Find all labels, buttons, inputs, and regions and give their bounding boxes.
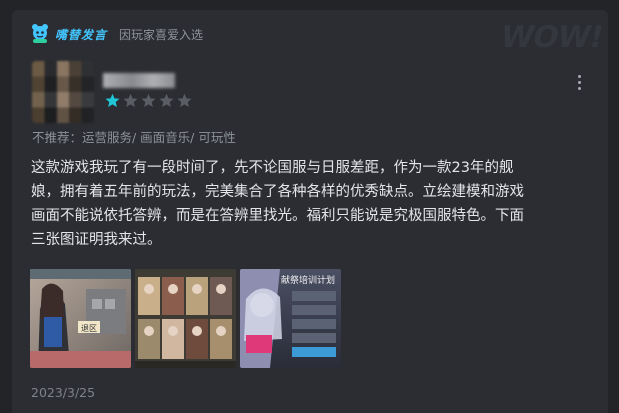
avatar[interactable] [32, 61, 94, 123]
review-line: 这款游戏我玩了有一段时间了，先不论国服与日服差距，作为一款23年的舰 [31, 160, 514, 176]
review-image-2[interactable] [135, 269, 236, 368]
star-empty-icon [141, 93, 156, 107]
review-image-3[interactable]: 献祭培训计划 [240, 269, 341, 368]
wow-watermark: WOW! [496, 20, 606, 55]
star-empty-icon [123, 93, 138, 107]
review-date: 2023/3/25 [31, 385, 96, 400]
review-images: 退区 献祭培训计划 [30, 269, 341, 368]
review-tags: 不推荐：运营服务/ 画面音乐/ 可玩性 [32, 130, 236, 145]
badge-title: 嘴替发言 [55, 27, 108, 42]
review-card: WOW! 嘴替发言 因玩家喜爱入选 不推荐：运营服务/ 画面音乐/ 可玩性 这款… [12, 10, 608, 413]
review-image-1[interactable]: 退区 [30, 269, 131, 368]
badge-subtitle: 因玩家喜爱入选 [119, 27, 204, 42]
username-redacted[interactable] [103, 73, 175, 88]
star-empty-icon [177, 93, 192, 107]
review-line: 画面不能说依托答辨，而是在答辨里找光。福利只能说是究极国服特色。下面 [31, 208, 524, 224]
image-label: 退区 [81, 324, 97, 333]
image-label: 献祭培训计划 [281, 274, 335, 286]
featured-badge: 嘴替发言 因玩家喜爱入选 [29, 24, 203, 44]
rating-stars [105, 93, 192, 108]
star-empty-icon [159, 93, 174, 107]
mascot-logo-icon [29, 24, 51, 44]
star-filled-icon [105, 93, 120, 107]
review-line: 娘，拥有着五年前的玩法，完美集合了各种各样的优秀缺点。立绘建模和游戏 [31, 184, 524, 200]
review-line: 三张图证明我来过。 [31, 232, 162, 248]
review-body: 这款游戏我玩了有一段时间了，先不论国服与日服差距，作为一款23年的舰 娘，拥有着… [31, 156, 591, 252]
more-vertical-icon[interactable] [572, 74, 586, 92]
